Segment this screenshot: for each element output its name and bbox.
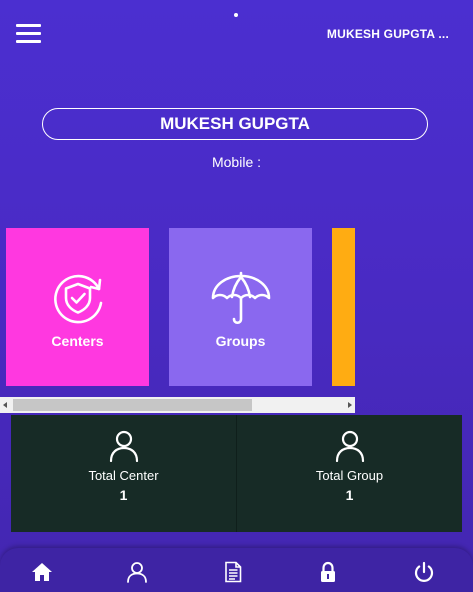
centers-tile[interactable]: Centers	[6, 228, 149, 386]
home-icon	[32, 563, 52, 581]
mobile-label: Mobile :	[211, 154, 262, 170]
status-dot	[234, 13, 238, 17]
shield-check-icon	[53, 274, 102, 324]
third-tile-partial[interactable]	[332, 228, 355, 386]
tiles-carousel[interactable]: Centers Groups	[0, 227, 355, 388]
stat-value: 1	[345, 487, 354, 503]
groups-tile[interactable]: Groups	[169, 228, 312, 386]
scroll-left-arrow-icon[interactable]	[0, 397, 12, 413]
stat-total-center[interactable]: Total Center 1	[11, 415, 236, 532]
stat-label: Total Center	[88, 468, 159, 483]
nav-logout-button[interactable]	[413, 561, 435, 583]
umbrella-icon	[211, 271, 270, 325]
power-icon	[414, 561, 434, 582]
nav-document-button[interactable]	[222, 561, 244, 583]
profile-name: MUKESH GUPGTA	[160, 114, 310, 133]
centers-label: Centers	[51, 333, 104, 349]
nav-lock-button[interactable]	[317, 561, 339, 583]
stats-panel: Total Center 1 Total Group 1	[11, 415, 462, 532]
header-user-name[interactable]: MUKESH GUPGTA ...	[327, 27, 449, 41]
groups-label: Groups	[215, 333, 266, 349]
document-icon	[225, 561, 242, 583]
stat-value: 1	[119, 487, 128, 503]
profile-name-pill: MUKESH GUPGTA	[42, 108, 428, 140]
stat-total-group[interactable]: Total Group 1	[236, 415, 462, 532]
lock-icon	[321, 561, 335, 582]
user-icon	[109, 430, 138, 462]
nav-home-button[interactable]	[31, 561, 53, 583]
tiles-horizontal-scrollbar[interactable]	[0, 397, 355, 413]
stat-label: Total Group	[315, 468, 384, 483]
user-icon	[127, 562, 147, 583]
bottom-nav-bar	[0, 548, 473, 592]
user-icon	[335, 430, 364, 462]
nav-profile-button[interactable]	[126, 561, 148, 583]
scroll-right-arrow-icon[interactable]	[343, 397, 355, 413]
hamburger-menu-icon[interactable]	[16, 24, 41, 44]
scrollbar-thumb[interactable]	[13, 399, 252, 411]
